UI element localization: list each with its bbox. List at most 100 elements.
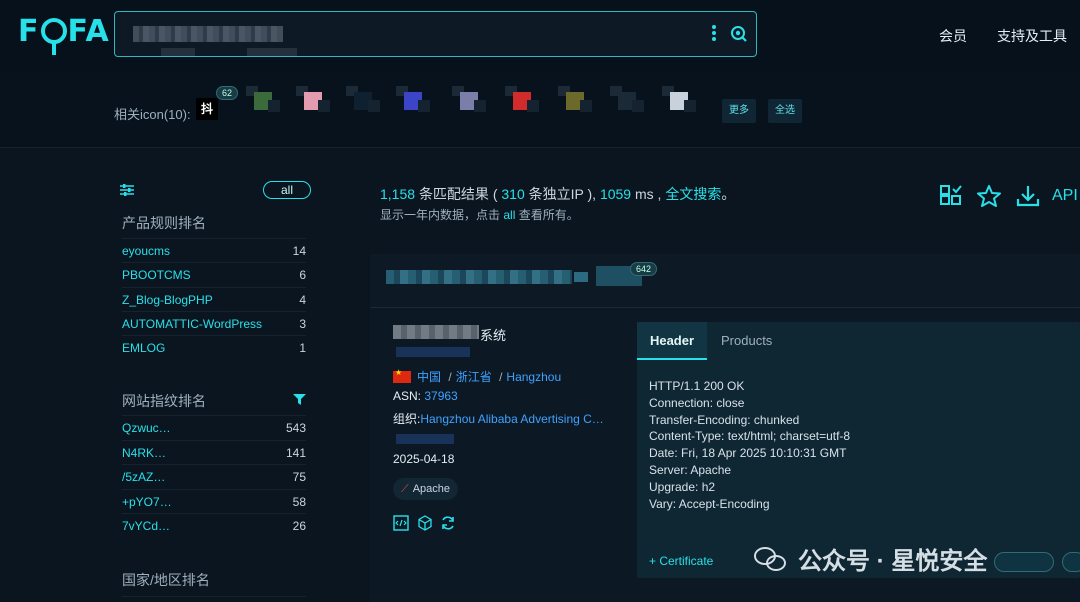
country-row-partial xyxy=(122,596,306,602)
certificate-toggle[interactable]: + Certificate xyxy=(649,554,713,568)
icon-chip[interactable] xyxy=(346,86,384,116)
product-name[interactable]: AUTOMATTIC-WordPress xyxy=(122,317,262,331)
icon-chip[interactable] xyxy=(558,86,596,116)
redacted-fragment xyxy=(247,48,297,56)
location-separator: / xyxy=(448,370,452,384)
code-icon[interactable] xyxy=(393,515,409,536)
query-time: 1059 xyxy=(599,186,632,202)
product-row[interactable]: AUTOMATTIC-WordPress 3 xyxy=(122,311,306,335)
location-separator: / xyxy=(499,370,503,384)
result-header[interactable]: 642 xyxy=(370,254,1080,308)
funnel-filter-icon[interactable] xyxy=(293,393,306,411)
product-count: 3 xyxy=(299,317,306,331)
redacted-query xyxy=(133,26,283,42)
ip-count: 310 xyxy=(501,186,525,202)
fingerprint-name[interactable]: +pYO7… xyxy=(122,495,172,509)
fingerprint-row[interactable]: 7vYCd… 26 xyxy=(122,513,306,537)
fingerprint-row[interactable]: Qzwuc… 543 xyxy=(122,415,306,439)
related-icons-label: 相关icon(10): xyxy=(114,107,191,122)
icon-chip[interactable] xyxy=(610,86,648,116)
apache-tag-label: Apache xyxy=(412,483,451,495)
more-icons-button[interactable]: 更多 xyxy=(722,99,756,123)
icon-chip[interactable] xyxy=(452,86,490,116)
icon-chip-douyin[interactable]: 抖 62 xyxy=(196,86,239,124)
product-row[interactable]: EMLOG 1 xyxy=(122,335,306,359)
fingerprint-count: 543 xyxy=(285,421,306,435)
rules-icon[interactable] xyxy=(940,185,962,209)
fingerprint-name[interactable]: /5zAZ… xyxy=(122,470,165,484)
top-bar: F FA 会员 支持及工具 xyxy=(0,0,1080,72)
apache-feather-icon: ⟋ xyxy=(401,483,409,495)
product-row[interactable]: Z_Blog-BlogPHP 4 xyxy=(122,287,306,311)
fingerprint-row[interactable]: /5zAZ… 75 xyxy=(122,464,306,488)
ip-label: 条独立IP ), xyxy=(528,186,597,202)
fingerprint-row[interactable]: N4RK… 141 xyxy=(122,440,306,464)
matches-label: 条匹配结果 ( xyxy=(418,186,498,202)
tab-products[interactable]: Products xyxy=(721,322,772,360)
fofa-logo[interactable]: F FA xyxy=(18,12,110,55)
result-badge: 642 xyxy=(630,262,658,276)
org-link[interactable]: Hangzhou Alibaba Advertising C… xyxy=(420,412,603,426)
api-link[interactable]: API xyxy=(1052,187,1078,205)
overlay-tag-chip[interactable] xyxy=(994,552,1054,572)
province-link[interactable]: 浙江省 xyxy=(456,370,492,384)
product-name[interactable]: eyoucms xyxy=(122,244,170,258)
nav-membership[interactable]: 会员 xyxy=(939,26,967,46)
asn-label: ASN: xyxy=(393,389,422,403)
overlay-tag-chip[interactable] xyxy=(1062,552,1080,572)
fingerprint-name[interactable]: Qzwuc… xyxy=(122,421,171,435)
download-icon[interactable] xyxy=(1016,185,1040,209)
apache-tag[interactable]: ⟋ Apache xyxy=(393,478,459,500)
result-title-suffix: 系统 xyxy=(480,328,507,343)
search-icon[interactable] xyxy=(729,24,749,44)
icon-count-badge: 62 xyxy=(216,86,239,100)
icon-chip[interactable] xyxy=(396,86,434,116)
select-all-icons-button[interactable]: 全选 xyxy=(768,99,802,123)
product-row[interactable]: PBOOTCMS 6 xyxy=(122,262,306,286)
redacted-host xyxy=(386,270,572,284)
header-line: Date: Fri, 18 Apr 2025 10:10:31 GMT xyxy=(649,446,847,461)
icon-chip[interactable] xyxy=(296,86,334,116)
more-options-icon[interactable] xyxy=(711,24,717,44)
header-line: HTTP/1.1 200 OK xyxy=(649,379,745,393)
asn-link[interactable]: 37963 xyxy=(424,389,457,403)
header-line: Upgrade: h2 xyxy=(649,479,716,494)
org-line: 组织:Hangzhou Alibaba Advertising C… xyxy=(393,410,604,427)
cube-icon[interactable] xyxy=(417,515,433,536)
nav-support-tools[interactable]: 支持及工具 xyxy=(997,26,1067,46)
tab-header[interactable]: Header xyxy=(637,322,707,360)
header-line: Content-Type: text/html; charset=utf-8 xyxy=(649,429,851,444)
redacted-domain xyxy=(396,434,454,444)
show-all-link[interactable]: all xyxy=(503,208,515,222)
product-row[interactable]: eyoucms 14 xyxy=(122,238,306,262)
fingerprint-name[interactable]: N4RK… xyxy=(122,446,166,460)
header-line: Connection: close xyxy=(649,395,745,410)
fulltext-search-link[interactable]: 全文搜索 xyxy=(665,186,721,202)
product-count: 1 xyxy=(299,341,306,355)
product-count: 6 xyxy=(299,268,306,282)
fingerprint-name[interactable]: 7vYCd… xyxy=(122,519,170,533)
all-toggle-button[interactable]: all xyxy=(263,181,311,199)
city-link[interactable]: Hangzhou xyxy=(506,370,561,384)
douyin-icon: 抖 xyxy=(196,98,218,120)
search-box[interactable] xyxy=(114,11,757,57)
icon-chip[interactable] xyxy=(505,86,543,116)
product-name[interactable]: Z_Blog-BlogPHP xyxy=(122,293,213,307)
hint-prefix: 显示一年内数据，点击 xyxy=(380,208,501,222)
sliders-icon[interactable] xyxy=(120,183,134,196)
refresh-icon[interactable] xyxy=(440,515,456,536)
product-count: 14 xyxy=(292,244,306,258)
icon-chip[interactable] xyxy=(246,86,284,116)
fingerprint-count: 26 xyxy=(292,519,306,533)
country-link[interactable]: 中国 xyxy=(417,370,441,384)
icon-chip[interactable] xyxy=(662,86,700,116)
wechat-watermark: 公众号 · 星悦安全 xyxy=(754,541,987,576)
result-stats: 1,158 条匹配结果 ( 310 条独立IP ), 1059 ms , 全文搜… xyxy=(380,184,735,204)
fingerprint-row[interactable]: +pYO7… 58 xyxy=(122,489,306,513)
china-flag-icon xyxy=(393,368,411,383)
org-label: 组织: xyxy=(393,412,421,426)
product-name[interactable]: EMLOG xyxy=(122,341,165,355)
http-response-headers: HTTP/1.1 200 OK Connection: close Transf… xyxy=(649,378,850,512)
product-name[interactable]: PBOOTCMS xyxy=(122,268,191,282)
star-icon[interactable] xyxy=(977,185,1001,209)
